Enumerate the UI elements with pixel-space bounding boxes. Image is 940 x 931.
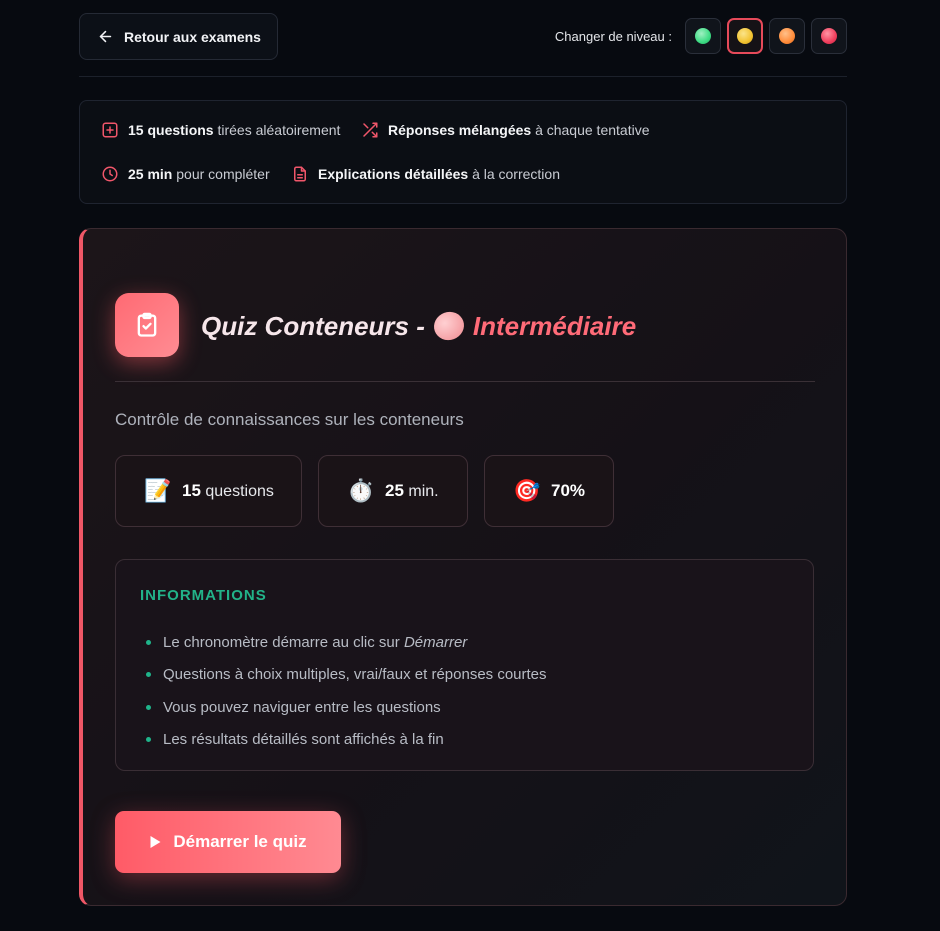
info-item-emphasis: Démarrer [403, 633, 468, 651]
level-switcher: Changer de niveau : [555, 18, 847, 54]
list-item: Questions à choix multiples, vrai/faux e… [146, 659, 547, 692]
info-list: Le chronomètre démarre au clic sur Démar… [146, 626, 547, 756]
stopwatch-icon: ⏱️ [347, 478, 375, 503]
feature-questions-text: tirées aléatoirement [217, 122, 341, 138]
stat-questions-value: 15 [182, 481, 201, 500]
stat-pass-score: 🎯 70% [484, 455, 614, 527]
feature-explanations-strong: Explications détaillées [318, 166, 469, 182]
stat-duration-unit: min. [408, 483, 439, 500]
info-item-text: Questions à choix multiples, vrai/faux e… [163, 666, 547, 684]
top-bar: Retour aux examens Changer de niveau : [79, 13, 847, 60]
header-divider [79, 76, 847, 77]
start-quiz-label: Démarrer le quiz [173, 832, 307, 851]
quiz-card: Quiz Conteneurs - Intermédiaire Contrôle… [79, 228, 847, 906]
target-icon: 🎯 [513, 478, 541, 503]
document-icon [294, 166, 306, 182]
play-icon [150, 836, 161, 848]
feature-questions-strong: 15 questions [128, 122, 214, 138]
level-green-button[interactable] [685, 18, 721, 54]
feature-shuffle: Réponses mélangées à chaque tentative [361, 121, 649, 139]
feature-time-strong: 25 min [128, 166, 173, 182]
stat-questions: 📝 15 questions [115, 455, 302, 527]
level-dot-icon [429, 307, 468, 345]
stat-pass-score-value: 70% [551, 481, 586, 500]
level-orange-button[interactable] [769, 18, 805, 54]
stat-duration: ⏱️ 25 min. [318, 455, 468, 527]
green-dot-icon [695, 28, 711, 44]
back-to-exams-button[interactable]: Retour aux examens [79, 13, 278, 60]
feature-time: 25 min pour compléter [101, 165, 270, 183]
level-switch-label: Changer de niveau : [554, 28, 672, 44]
red-dot-icon [821, 28, 837, 44]
clock-icon [102, 166, 118, 182]
feature-explanations-text: à la correction [472, 166, 560, 182]
memo-icon: 📝 [144, 478, 172, 503]
feature-shuffle-strong: Réponses mélangées [388, 122, 532, 138]
quiz-title: Quiz Conteneurs - Intermédiaire [201, 307, 637, 345]
orange-dot-icon [779, 28, 795, 44]
info-item-text: Le chronomètre démarre au clic sur [163, 633, 400, 651]
arrow-left-icon [99, 30, 112, 43]
stat-duration-value: 25 [385, 481, 404, 500]
clipboard-check-icon [137, 312, 157, 337]
info-title: INFORMATIONS [140, 587, 267, 604]
shuffle-icon [363, 122, 378, 138]
quiz-features-panel: 15 questions tirées aléatoirement Répons… [79, 100, 847, 204]
yellow-dot-icon [737, 28, 753, 44]
list-item: Le chronomètre démarre au clic sur Démar… [146, 626, 547, 659]
level-yellow-button[interactable] [727, 18, 763, 54]
quiz-icon-badge [115, 293, 179, 357]
feature-explanations: Explications détaillées à la correction [291, 165, 560, 183]
info-item-text: Les résultats détaillés sont affichés à … [163, 731, 444, 749]
feature-time-text: pour compléter [176, 166, 270, 182]
feature-questions: 15 questions tirées aléatoirement [101, 121, 340, 139]
stat-questions-unit: questions [205, 483, 274, 500]
info-item-text: Vous pouvez naviguer entre les questions [163, 698, 441, 716]
level-red-button[interactable] [811, 18, 847, 54]
quiz-subtitle: Contrôle de connaissances sur les conten… [115, 410, 464, 429]
quiz-level: Intermédiaire [472, 310, 637, 341]
feature-shuffle-text: à chaque tentative [535, 122, 650, 138]
info-panel: INFORMATIONS Le chronomètre démarre au c… [115, 559, 814, 771]
quiz-title-text: Quiz Conteneurs - [201, 310, 425, 341]
list-item: Les résultats détaillés sont affichés à … [146, 724, 547, 757]
list-item: Vous pouvez naviguer entre les questions [146, 691, 547, 724]
start-quiz-button[interactable]: Démarrer le quiz [115, 811, 341, 873]
card-divider [115, 381, 815, 382]
plus-square-icon [102, 122, 118, 138]
back-button-label: Retour aux examens [124, 28, 261, 45]
